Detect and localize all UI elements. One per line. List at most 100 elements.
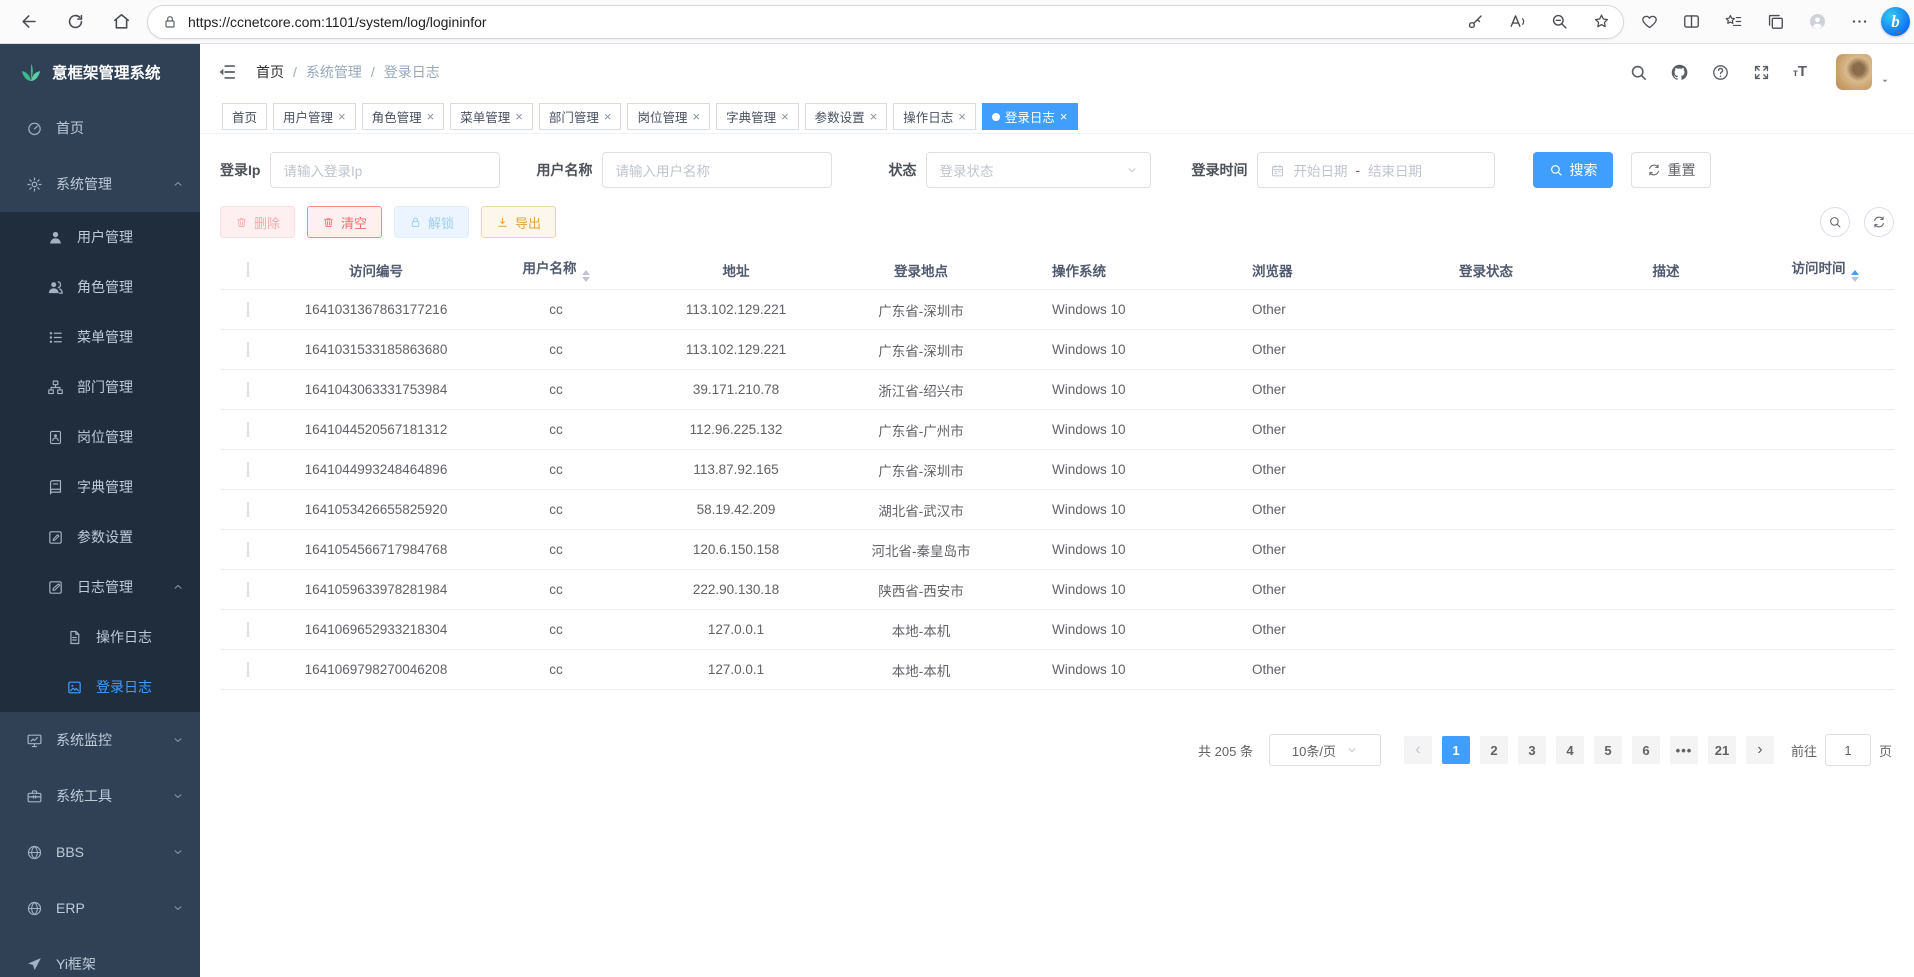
breadcrumb-system[interactable]: 系统管理 — [306, 62, 362, 82]
sidebar-item-dept-management[interactable]: 部门管理 — [0, 362, 200, 412]
address-bar[interactable]: https://ccnetcore.com:1101/system/log/lo… — [147, 5, 1624, 39]
sort-time-control[interactable] — [1851, 270, 1859, 282]
sidebar-item-operation-log[interactable]: 操作日志 — [0, 612, 200, 662]
profile-icon[interactable] — [1808, 12, 1827, 31]
tab-close-icon[interactable]: × — [515, 110, 523, 123]
refresh-icon[interactable] — [66, 12, 85, 31]
tab-login-log[interactable]: 登录日志× — [982, 103, 1078, 130]
browser-essentials-icon[interactable] — [1640, 12, 1659, 31]
tab-param-settings[interactable]: 参数设置× — [805, 103, 888, 130]
bing-caret-icon[interactable] — [1894, 28, 1904, 38]
app-logo[interactable]: 意框架管理系统 — [0, 44, 200, 100]
refresh-ccw-button[interactable] — [1864, 207, 1894, 237]
page-button-5[interactable]: 5 — [1594, 736, 1622, 764]
split-screen-icon[interactable] — [1682, 12, 1701, 31]
tab-close-icon[interactable]: × — [870, 110, 878, 123]
magnifier-button[interactable] — [1820, 207, 1850, 237]
tab-close-icon[interactable]: × — [958, 110, 966, 123]
page-button-6[interactable]: 6 — [1632, 736, 1660, 764]
help-icon[interactable] — [1711, 63, 1730, 82]
prev-page-button[interactable]: ‹ — [1404, 736, 1432, 764]
page-button-3[interactable]: 3 — [1518, 736, 1546, 764]
font-size-icon[interactable]: тT — [1793, 63, 1812, 82]
tab-close-icon[interactable]: × — [781, 110, 789, 123]
tab-close-icon[interactable]: × — [427, 110, 435, 123]
row-checkbox[interactable] — [247, 622, 249, 637]
row-checkbox[interactable] — [247, 462, 249, 477]
column-header-time[interactable]: 访问时间 — [1756, 257, 1894, 282]
collections-icon[interactable] — [1766, 12, 1785, 31]
next-page-button[interactable]: › — [1746, 736, 1774, 764]
status-select[interactable]: 登录状态 — [926, 152, 1151, 188]
tab-close-icon[interactable]: × — [338, 110, 346, 123]
favorite-star-icon[interactable] — [1592, 12, 1611, 31]
row-checkbox[interactable] — [247, 422, 249, 437]
goto-page-input[interactable] — [1825, 734, 1871, 766]
tab-dict-management[interactable]: 字典管理× — [716, 103, 799, 130]
favorites-bar-icon[interactable] — [1724, 12, 1743, 31]
tab-user-management[interactable]: 用户管理× — [273, 103, 356, 130]
back-icon[interactable] — [20, 12, 39, 31]
sidebar-item-user-management[interactable]: 用户管理 — [0, 212, 200, 262]
select-all-checkbox[interactable] — [247, 262, 249, 277]
sidebar-item-home[interactable]: 首页 — [0, 100, 200, 156]
avatar-caret-icon[interactable] — [1880, 76, 1890, 86]
read-aloud-icon[interactable] — [1508, 12, 1527, 31]
tab-post-management[interactable]: 岗位管理× — [627, 103, 710, 130]
zoom-out-icon[interactable] — [1550, 12, 1569, 31]
tab-close-icon[interactable]: × — [1060, 110, 1068, 123]
search-button[interactable]: 搜索 — [1533, 152, 1613, 188]
sidebar-collapse-icon[interactable] — [216, 61, 238, 83]
unlock-button[interactable]: 解锁 — [394, 206, 469, 238]
fullscreen-icon[interactable] — [1752, 63, 1771, 82]
sidebar-item-yi-framework[interactable]: Yi框架 — [0, 936, 200, 977]
home-icon[interactable] — [112, 12, 131, 31]
key-icon[interactable] — [1466, 12, 1485, 31]
delete-button[interactable]: 删除 — [220, 206, 295, 238]
sidebar-item-log-management[interactable]: 日志管理 — [0, 562, 200, 612]
tab-close-icon[interactable]: × — [692, 110, 700, 123]
sidebar-item-login-log[interactable]: 登录日志 — [0, 662, 200, 712]
sidebar-item-dict-management[interactable]: 字典管理 — [0, 462, 200, 512]
sidebar-item-system-management[interactable]: 系统管理 — [0, 156, 200, 212]
sidebar-item-param-settings[interactable]: 参数设置 — [0, 512, 200, 562]
page-size-select[interactable]: 10条/页 — [1269, 734, 1381, 766]
tab-role-management[interactable]: 角色管理× — [362, 103, 445, 130]
row-checkbox[interactable] — [247, 582, 249, 597]
github-icon[interactable] — [1670, 63, 1689, 82]
tab-home[interactable]: 首页 — [222, 103, 267, 130]
page-button-2[interactable]: 2 — [1480, 736, 1508, 764]
reset-button[interactable]: 重置 — [1631, 152, 1711, 188]
row-checkbox[interactable] — [247, 302, 249, 317]
export-button[interactable]: 导出 — [481, 206, 556, 238]
page-button-1[interactable]: 1 — [1442, 736, 1470, 764]
tab-close-icon[interactable]: × — [604, 110, 612, 123]
sidebar-item-system-tools[interactable]: 系统工具 — [0, 768, 200, 824]
page-button-4[interactable]: 4 — [1556, 736, 1584, 764]
clear-button[interactable]: 清空 — [307, 206, 382, 238]
page-button-21[interactable]: 21 — [1708, 736, 1736, 764]
settings-dots-icon[interactable] — [1850, 12, 1869, 31]
row-checkbox[interactable] — [247, 662, 249, 677]
sidebar-item-role-management[interactable]: 角色管理 — [0, 262, 200, 312]
column-header-user[interactable]: 用户名称 — [476, 257, 636, 282]
row-checkbox[interactable] — [247, 382, 249, 397]
row-checkbox[interactable] — [247, 342, 249, 357]
breadcrumb-home[interactable]: 首页 — [256, 62, 284, 82]
url-text[interactable]: https://ccnetcore.com:1101/system/log/lo… — [188, 14, 1454, 30]
page-ellipsis[interactable]: ••• — [1670, 736, 1698, 764]
username-input[interactable]: 请输入用户名称 — [602, 152, 832, 188]
sort-user-control[interactable] — [582, 270, 590, 282]
search-icon[interactable] — [1629, 63, 1648, 82]
sidebar-item-erp[interactable]: ERP — [0, 880, 200, 936]
sidebar-item-menu-management[interactable]: 菜单管理 — [0, 312, 200, 362]
sidebar-item-bbs[interactable]: BBS — [0, 824, 200, 880]
login-ip-input[interactable]: 请输入登录Ip — [270, 152, 500, 188]
user-avatar[interactable] — [1836, 54, 1872, 90]
row-checkbox[interactable] — [247, 502, 249, 517]
tab-dept-management[interactable]: 部门管理× — [539, 103, 622, 130]
tab-operation-log[interactable]: 操作日志× — [893, 103, 976, 130]
date-range-input[interactable]: 开始日期 - 结束日期 — [1257, 152, 1495, 188]
tab-menu-management[interactable]: 菜单管理× — [450, 103, 533, 130]
row-checkbox[interactable] — [247, 542, 249, 557]
